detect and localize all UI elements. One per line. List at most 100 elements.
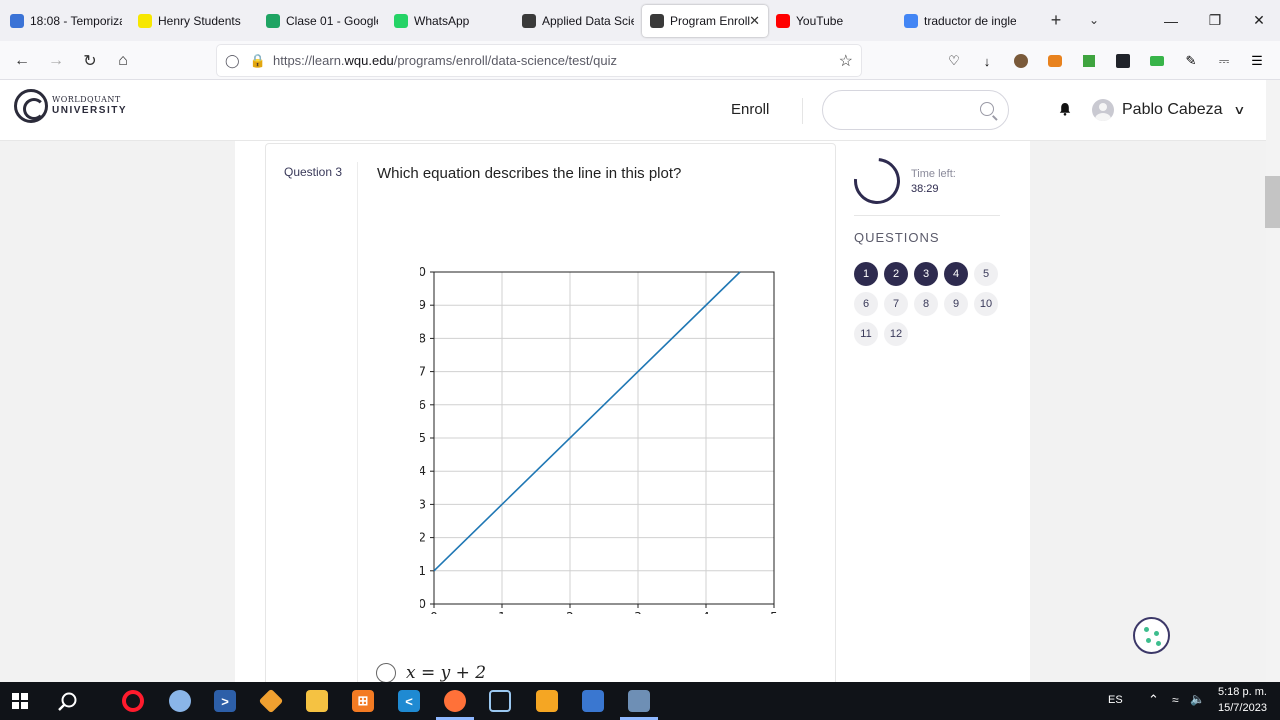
browser-tab-strip: 18:08 - Temporiza Henry Students Clase 01 … [0, 0, 1280, 41]
question-nav-item[interactable]: 4 [944, 262, 968, 286]
restore-icon[interactable]: ❐ [1194, 0, 1236, 41]
site-search-box[interactable] [822, 90, 1009, 130]
cookie-icon[interactable] [1133, 617, 1170, 654]
file-explorer-icon[interactable] [306, 690, 328, 712]
firefox-icon[interactable] [444, 690, 466, 712]
downloads-icon[interactable]: ↓ [978, 52, 996, 70]
xampp-icon[interactable]: ⊞ [352, 690, 374, 712]
opera-icon[interactable] [122, 690, 144, 712]
answer-radio[interactable] [376, 663, 396, 682]
site-search-input[interactable] [837, 91, 977, 129]
pocket-icon[interactable]: ♡ [945, 52, 963, 70]
answer-option[interactable]: x = y + 2 [376, 663, 486, 682]
browser-tab[interactable]: Program Enroll ✕ [642, 4, 768, 37]
new-tab-icon[interactable]: + [1040, 4, 1072, 36]
wqu-icon [522, 13, 536, 28]
questions-heading: QUESTIONS [854, 230, 940, 245]
tab-label: Applied Data Scie [542, 13, 634, 28]
browser-tab[interactable]: Henry Students [130, 5, 258, 37]
avatar [1092, 99, 1114, 121]
question-nav-item[interactable]: 10 [974, 292, 998, 316]
close-window-icon[interactable]: ✕ [1238, 0, 1280, 41]
question-nav-item[interactable]: 11 [854, 322, 878, 346]
browser-tab[interactable]: 18:08 - Temporiza [2, 5, 130, 37]
sublime-icon[interactable] [536, 690, 558, 712]
home-icon[interactable]: ⌂ [111, 49, 135, 73]
question-nav-item[interactable]: 1 [854, 262, 878, 286]
chevron-up-icon[interactable]: ⌃ [1148, 692, 1159, 708]
network-tool-icon[interactable] [582, 690, 604, 712]
url-text[interactable]: https://learn.wqu.edu/programs/enroll/da… [273, 53, 617, 68]
browser-tab[interactable]: YouTube [768, 5, 896, 37]
question-nav-item[interactable]: 2 [884, 262, 908, 286]
url-bar[interactable]: ◯ 🔒 https://learn.wqu.edu/programs/enrol… [217, 45, 861, 76]
back-icon[interactable]: ← [10, 49, 34, 73]
lock-icon[interactable]: 🔒 [250, 53, 266, 69]
logo-top-text: WORLDQUANT [52, 95, 121, 104]
shield-icon[interactable]: ◯ [225, 53, 240, 69]
reload-icon[interactable]: ↻ [78, 49, 102, 73]
user-name: Pablo Cabeza [1122, 101, 1223, 118]
browser-tab[interactable]: Applied Data Scie [514, 5, 642, 37]
scrollbar-thumb[interactable] [1265, 176, 1280, 228]
virtualbox-icon[interactable] [489, 690, 511, 712]
forward-icon[interactable]: → [44, 49, 68, 73]
y-tick-label: 1 [420, 564, 426, 578]
bookmark-star-icon[interactable]: ☆ [839, 51, 853, 71]
tab-label: Clase 01 - Google [286, 13, 378, 28]
enroll-link[interactable]: Enroll [731, 101, 769, 118]
wqu-icon [650, 13, 664, 28]
youtube-icon [776, 13, 790, 28]
sidebar-divider [854, 215, 1000, 216]
vscode-icon[interactable]: < [398, 690, 420, 712]
eyedropper-icon[interactable]: ✎ [1182, 52, 1200, 70]
paint-icon[interactable] [169, 690, 191, 712]
y-tick-label: 5 [420, 431, 426, 445]
windows-start-icon[interactable] [12, 693, 28, 709]
search-icon[interactable] [57, 691, 79, 713]
volume-icon[interactable]: 🔈 [1190, 692, 1205, 706]
question-nav-item[interactable]: 3 [914, 262, 938, 286]
react-devtools-icon[interactable] [1114, 52, 1132, 70]
clock-time[interactable]: 5:18 p. m. [1218, 686, 1267, 698]
extension-download-icon[interactable] [1080, 52, 1098, 70]
window-app-icon[interactable] [628, 690, 650, 712]
language-indicator[interactable]: ES [1108, 694, 1123, 706]
clock-date[interactable]: 15/7/2023 [1218, 702, 1267, 714]
question-nav-item[interactable]: 9 [944, 292, 968, 316]
bell-icon[interactable] [1058, 102, 1072, 116]
minimize-icon[interactable]: — [1150, 0, 1192, 41]
search-icon[interactable] [980, 102, 994, 116]
time-left-value: 38:29 [911, 183, 939, 195]
powershell-icon[interactable]: > [214, 690, 236, 712]
web-page: WORLDQUANT UNIVERSITY Enroll Pablo Cabez… [0, 80, 1266, 682]
browser-tab[interactable]: WhatsApp [386, 5, 514, 37]
wqu-logo[interactable]: WORLDQUANT UNIVERSITY [14, 89, 127, 123]
extension-green-icon[interactable] [1148, 52, 1166, 70]
chevron-down-icon: ∨ [1232, 103, 1246, 117]
git-icon[interactable] [258, 688, 284, 714]
metamask-icon[interactable] [1046, 52, 1064, 70]
browser-tab[interactable]: traductor de ingle [896, 5, 1024, 37]
question-nav-item[interactable]: 6 [854, 292, 878, 316]
page-scrollbar[interactable] [1266, 80, 1280, 682]
header-divider [802, 98, 803, 124]
tab-list-chevron-icon[interactable]: ⌄ [1078, 4, 1110, 36]
extensions-puzzle-icon[interactable]: ⎓ [1215, 52, 1233, 70]
question-label: Question 3 [284, 165, 343, 179]
extension-avatar-icon[interactable] [1012, 52, 1030, 70]
question-nav-item[interactable]: 7 [884, 292, 908, 316]
question-nav-item[interactable]: 12 [884, 322, 908, 346]
question-nav-item[interactable]: 8 [914, 292, 938, 316]
time-left-label: Time left: [911, 168, 956, 180]
close-tab-icon[interactable]: ✕ [749, 13, 760, 29]
x-tick-label: 5 [770, 610, 778, 614]
browser-tab[interactable]: Clase 01 - Google [258, 5, 386, 37]
y-tick-label: 3 [420, 497, 426, 511]
question-nav-item[interactable]: 5 [974, 262, 998, 286]
user-menu[interactable]: Pablo Cabeza ∨ [1092, 99, 1246, 121]
wifi-icon[interactable]: ≈ [1172, 693, 1179, 707]
menu-icon[interactable]: ☰ [1248, 52, 1266, 70]
tab-label: WhatsApp [414, 13, 470, 28]
whatsapp-icon [394, 13, 408, 28]
